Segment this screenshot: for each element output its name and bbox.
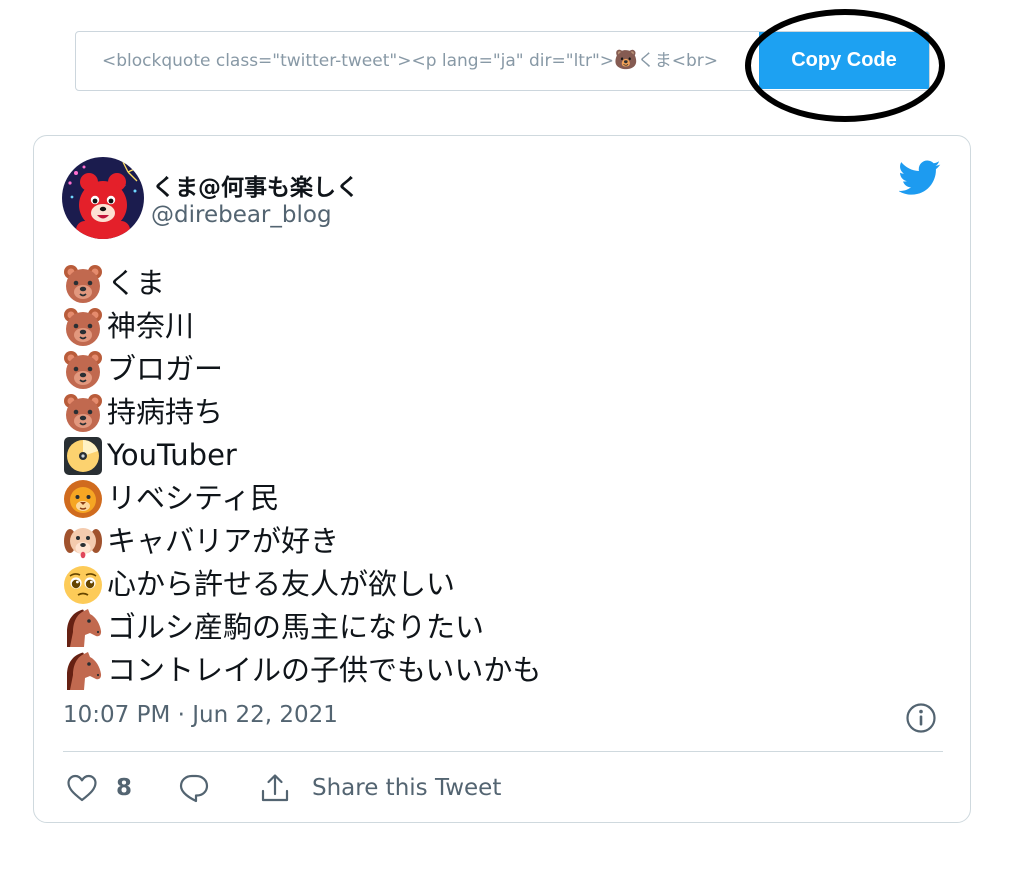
horse-icon: [63, 608, 103, 648]
horse-icon: [63, 651, 103, 691]
tweet-line-text: キャバリアが好き: [107, 524, 340, 558]
tweet-line-text: ブロガー: [107, 352, 224, 386]
tweet-line-text: 神奈川: [107, 309, 195, 343]
tweet-line-text: YouTuber: [107, 438, 237, 472]
tweet-line: 心から許せる友人が欲しい: [63, 563, 541, 606]
pleading-face-icon: [63, 565, 103, 605]
embed-code-text: <blockquote class="twitter-tweet"><p lan…: [102, 51, 615, 71]
twitter-logo-icon[interactable]: [899, 160, 941, 196]
tweet-line-text: コントレイルの子供でもいいかも: [107, 653, 542, 687]
tweet-line: くま: [63, 262, 541, 305]
share-icon: [261, 774, 289, 802]
tweet-line-text: リベシティ民: [107, 481, 280, 515]
reply-button[interactable]: [178, 768, 210, 808]
embed-code-bar: <blockquote class="twitter-tweet"><p lan…: [75, 31, 930, 91]
tweet-line: YouTuber: [63, 434, 541, 477]
tweet-line: キャバリアが好き: [63, 520, 541, 563]
tweet-timestamp[interactable]: 10:07 PM · Jun 22, 2021: [63, 702, 338, 728]
tweet-line: ゴルシ産駒の馬主になりたい: [63, 606, 541, 649]
tweet-card: くま@何事も楽しく @direbear_blog くま 神奈川 ブロガー 持病持…: [33, 135, 971, 823]
tweet-actions: 8 Share this Tweet: [63, 768, 943, 808]
embed-code-emoji: 🐻: [614, 49, 638, 71]
like-count: 8: [116, 775, 133, 801]
tweet-text: くま 神奈川 ブロガー 持病持ち YouTuber リベシティ民 キャバリアが好…: [63, 262, 541, 692]
bear-icon: [63, 350, 103, 390]
display-name[interactable]: くま@何事も楽しく: [152, 168, 359, 202]
tweet-line: ブロガー: [63, 348, 541, 391]
share-tweet-label: Share this Tweet: [312, 775, 502, 801]
tweet-line-text: 持病持ち: [107, 395, 224, 429]
heart-icon: [67, 774, 97, 802]
tweet-line: コントレイルの子供でもいいかも: [63, 649, 541, 692]
lion-icon: [63, 479, 103, 519]
like-button[interactable]: 8: [66, 768, 132, 808]
tweet-line: リベシティ民: [63, 477, 541, 520]
tweet-line: 神奈川: [63, 305, 541, 348]
embed-code-text-tail: くま<br>: [637, 51, 718, 71]
username-handle[interactable]: @direbear_blog: [151, 202, 332, 228]
dog-icon: [63, 522, 103, 562]
tweet-line: 持病持ち: [63, 391, 541, 434]
info-icon[interactable]: [905, 702, 937, 734]
tweet-line-text: 心から許せる友人が欲しい: [107, 567, 456, 601]
reply-bubble-icon: [179, 774, 209, 803]
avatar[interactable]: [62, 157, 144, 239]
embed-code-field[interactable]: <blockquote class="twitter-tweet"><p lan…: [102, 32, 782, 89]
tweet-line-text: くま: [107, 266, 166, 300]
dvd-icon: [63, 436, 103, 476]
tweet-line-text: ゴルシ産駒の馬主になりたい: [107, 610, 485, 644]
bear-icon: [63, 393, 103, 433]
divider: [63, 751, 943, 752]
bear-icon: [63, 264, 103, 304]
copy-code-button[interactable]: Copy Code: [759, 32, 929, 89]
bear-icon: [63, 307, 103, 347]
share-tweet-button[interactable]: Share this Tweet: [258, 768, 501, 808]
